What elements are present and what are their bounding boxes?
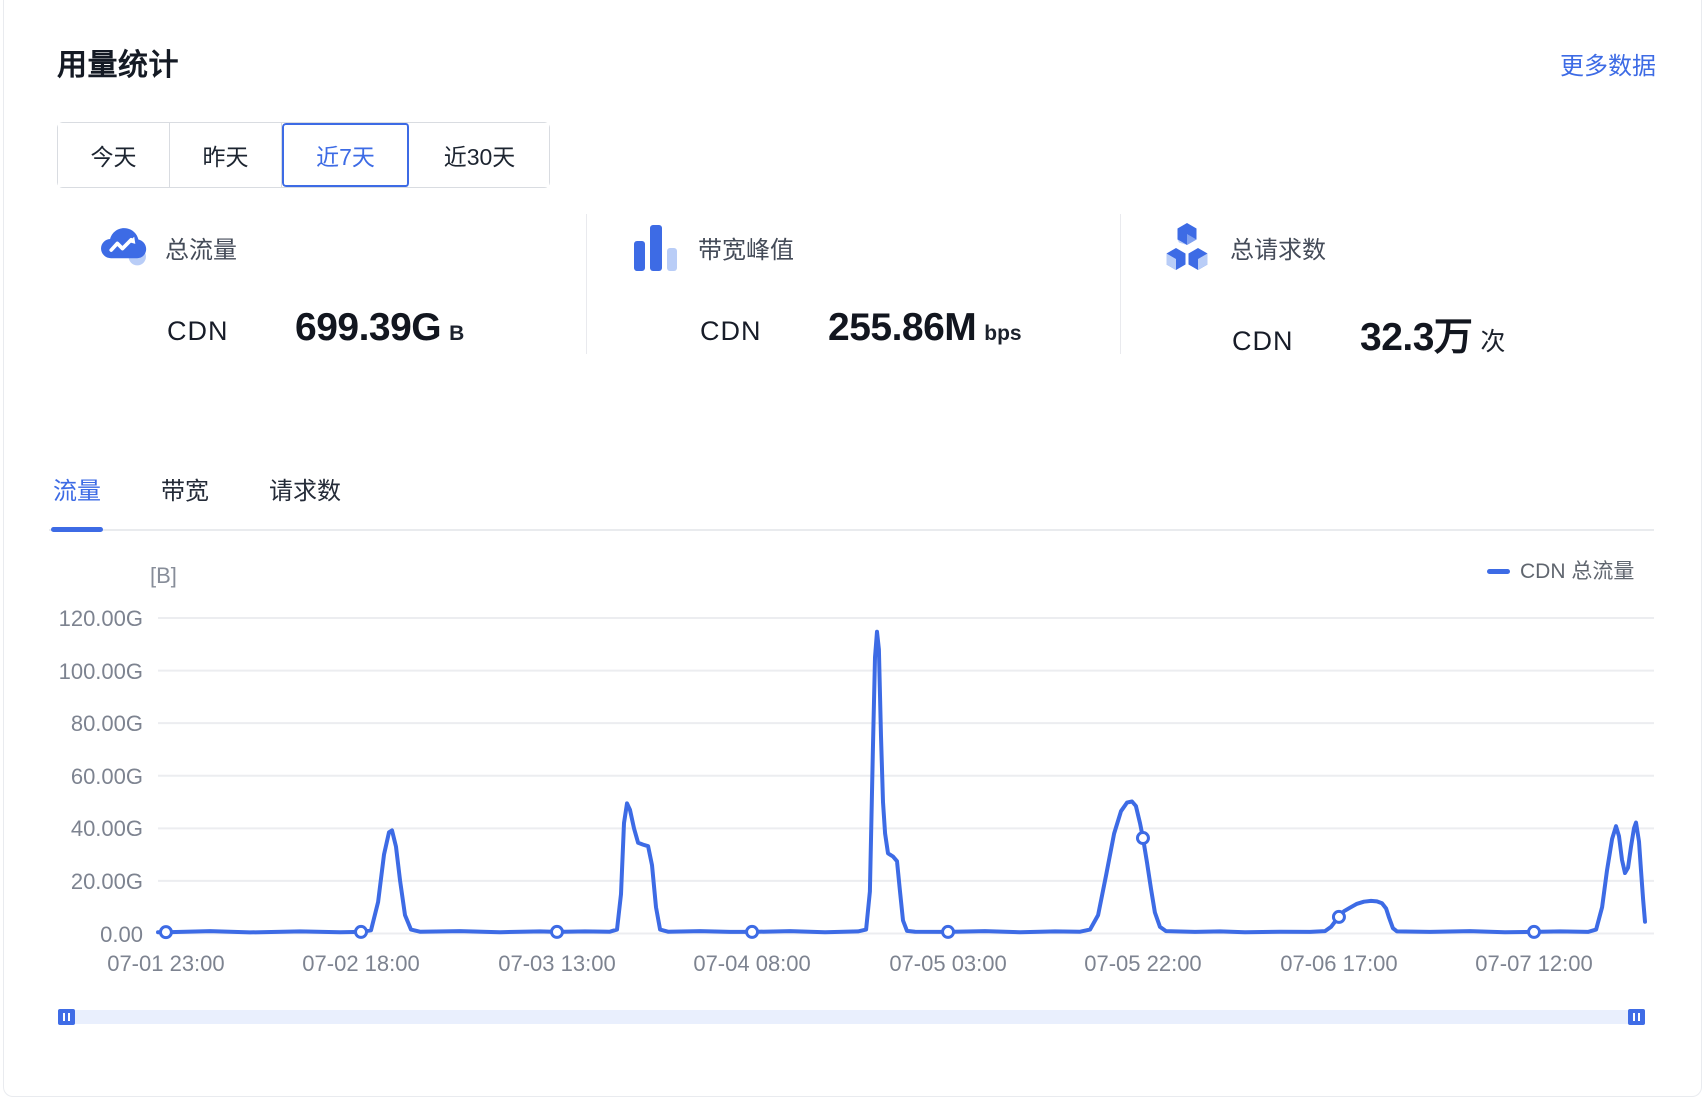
- more-data-link[interactable]: 更多数据: [1560, 46, 1656, 81]
- y-axis-tick: 80.00G: [40, 711, 143, 737]
- stat-unit: B: [449, 322, 464, 346]
- legend-label: CDN 总流量: [1520, 555, 1634, 585]
- stat-label: 总请求数: [1230, 230, 1326, 265]
- stat-product: CDN: [700, 316, 828, 347]
- page-title: 用量统计: [57, 40, 179, 84]
- y-axis-tick: 40.00G: [40, 816, 143, 842]
- tab-last-7-days[interactable]: 近7天: [282, 123, 410, 187]
- tabs-divider: [49, 529, 1654, 531]
- x-axis-tick: 07-06 17:00: [1244, 951, 1434, 977]
- stat-value: 699.39G: [295, 306, 441, 350]
- y-axis-tick: 100.00G: [40, 659, 143, 685]
- x-axis-tick: 07-01 23:00: [71, 951, 261, 977]
- time-range-tabs: 今天 昨天 近7天 近30天: [57, 122, 550, 188]
- tab-traffic[interactable]: 流量: [53, 471, 101, 506]
- legend-item-cdn-traffic[interactable]: CDN 总流量: [1487, 555, 1634, 585]
- y-axis-tick: 0.00: [40, 922, 143, 948]
- tab-bandwidth[interactable]: 带宽: [161, 471, 209, 506]
- stat-value: 32.3万: [1360, 306, 1472, 362]
- stat-total-traffic: 总流量 CDN 699.39G B: [100, 221, 464, 350]
- y-axis-unit-label: [B]: [150, 563, 177, 589]
- x-axis-tick: 07-07 12:00: [1439, 951, 1629, 977]
- y-axis-tick: 20.00G: [40, 869, 143, 895]
- stat-peak-bandwidth: 带宽峰值 CDN 255.86M bps: [633, 221, 1022, 350]
- stat-label: 总流量: [165, 230, 237, 265]
- datazoom-slider-track[interactable]: [58, 1010, 1645, 1024]
- tab-last-30-days[interactable]: 近30天: [410, 123, 549, 187]
- bandwidth-bars-icon: [633, 222, 698, 272]
- tab-requests[interactable]: 请求数: [269, 471, 341, 506]
- y-axis-tick: 60.00G: [40, 764, 143, 790]
- y-axis-tick: 120.00G: [40, 606, 143, 632]
- legend-line-swatch: [1487, 569, 1510, 574]
- stat-unit: 次: [1480, 322, 1505, 358]
- stat-divider: [586, 214, 587, 354]
- stat-value: 255.86M: [828, 306, 976, 350]
- x-axis-tick: 07-05 03:00: [853, 951, 1043, 977]
- stat-total-requests: 总请求数 CDN 32.3万 次: [1165, 221, 1505, 362]
- tab-today[interactable]: 今天: [58, 123, 170, 187]
- x-axis-tick: 07-05 22:00: [1048, 951, 1238, 977]
- cloud-traffic-icon: [100, 227, 165, 267]
- datazoom-handle-left[interactable]: [58, 1009, 75, 1025]
- stat-divider: [1120, 214, 1121, 354]
- x-axis-tick: 07-02 18:00: [266, 951, 456, 977]
- tab-yesterday[interactable]: 昨天: [170, 123, 282, 187]
- requests-cubes-icon: [1165, 221, 1230, 273]
- stat-unit: bps: [984, 322, 1021, 346]
- x-axis-tick: 07-03 13:00: [462, 951, 652, 977]
- datazoom-handle-right[interactable]: [1628, 1009, 1645, 1025]
- stat-product: CDN: [1232, 326, 1360, 357]
- chart-metric-tabs: 流量 带宽 请求数: [53, 471, 341, 506]
- stat-label: 带宽峰值: [698, 230, 794, 265]
- x-axis-tick: 07-04 08:00: [657, 951, 847, 977]
- active-tab-underline: [51, 527, 103, 532]
- stat-product: CDN: [167, 316, 295, 347]
